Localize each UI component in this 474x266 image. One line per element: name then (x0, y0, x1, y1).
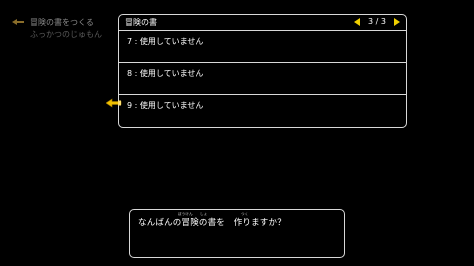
page-indicator: 3 / 3 (354, 17, 400, 26)
slot-label: 9 : 使用していません (127, 101, 204, 110)
adventure-log-window: 冒険の書 3 / 3 7 : 使用していません 8 : 使用していません 9 :… (118, 14, 407, 128)
furigana: ぼうけん (178, 212, 193, 216)
window-title: 冒険の書 (125, 18, 157, 27)
cursor-hand-icon (12, 19, 24, 25)
message-body: なんばんの冒険の書を 作りますか？ (138, 218, 286, 228)
furigana: つく (241, 212, 249, 216)
cursor-hand-icon (106, 98, 122, 108)
page-number: 3 / 3 (368, 17, 386, 26)
menu-item-create-log[interactable]: 冒険の書をつくる (30, 17, 94, 28)
next-page-icon[interactable] (394, 17, 400, 26)
message-text: なんばんの冒険の書を 作りますか？ ぼうけん しょ つく (138, 212, 286, 228)
prev-page-icon[interactable] (354, 17, 361, 26)
message-window: なんばんの冒険の書を 作りますか？ ぼうけん しょ つく (129, 209, 345, 258)
save-slot-9[interactable]: 9 : 使用していません (119, 94, 406, 126)
save-slot-8[interactable]: 8 : 使用していません (119, 62, 406, 94)
slot-label: 8 : 使用していません (127, 69, 204, 78)
furigana: しょ (200, 212, 208, 216)
save-slot-7[interactable]: 7 : 使用していません (119, 30, 406, 62)
menu-item-revival-spell[interactable]: ふっかつのじゅもん (30, 29, 102, 40)
slot-label: 7 : 使用していません (127, 37, 204, 46)
main-menu: 冒険の書をつくる ふっかつのじゅもん (10, 14, 116, 44)
